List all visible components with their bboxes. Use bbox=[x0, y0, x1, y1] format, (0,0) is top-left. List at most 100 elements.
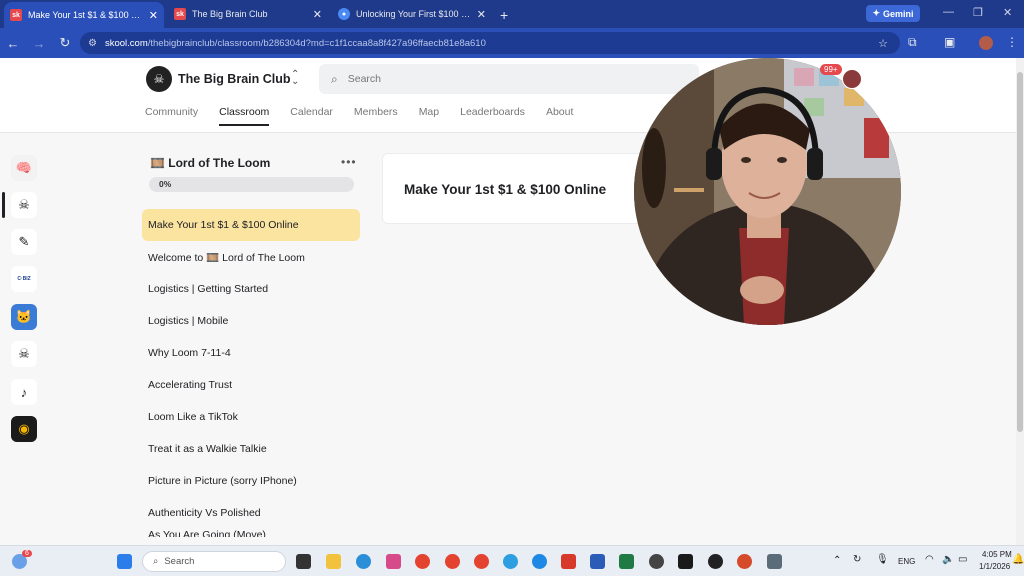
lesson-item[interactable]: Welcome to 🎞️ Lord of The Loom bbox=[142, 241, 360, 273]
chevron-up-icon[interactable]: ⌃ bbox=[833, 555, 841, 566]
group-rail: 🧠 ☠ ✎ C·BIZ 🐱 ☠ ♪ ◉ bbox=[0, 133, 48, 545]
search-icon: ⌕ bbox=[331, 71, 338, 86]
group-icon-skull-brain[interactable]: ☠ bbox=[11, 341, 37, 367]
battery-icon[interactable]: ▭ bbox=[958, 554, 967, 565]
group-icon-brain[interactable]: 🧠 bbox=[11, 155, 37, 181]
group-switcher-icon[interactable]: ⌃ ⌄ bbox=[291, 70, 299, 87]
group-icon-cat[interactable]: 🐱 bbox=[11, 304, 37, 330]
davinci-icon[interactable] bbox=[678, 554, 693, 569]
tab-leaderboards[interactable]: Leaderboards bbox=[460, 106, 525, 126]
lesson-item[interactable]: As You Are Going (Move) bbox=[142, 529, 360, 537]
group-icon-sushi[interactable]: ◉ bbox=[11, 416, 37, 442]
bookmark-star-icon[interactable]: ☆ bbox=[878, 37, 888, 50]
page-scrollbar[interactable] bbox=[1016, 58, 1024, 545]
search-placeholder: Search bbox=[347, 73, 382, 85]
tab-title: The Big Brain Club bbox=[192, 9, 268, 19]
lesson-title: Make Your 1st $1 & $100 Online bbox=[404, 182, 607, 197]
edge-icon[interactable] bbox=[356, 554, 371, 569]
browser-menu-icon[interactable]: ⋮ bbox=[1006, 35, 1018, 49]
new-tab-button[interactable]: + bbox=[492, 7, 516, 28]
browser-tab[interactable]: ● Unlocking Your First $100 Online ✕ bbox=[332, 2, 492, 26]
windows-start-icon[interactable] bbox=[117, 554, 132, 569]
widget-notification-badge: 6 bbox=[22, 550, 32, 557]
lesson-item[interactable]: Logistics | Getting Started bbox=[142, 273, 360, 305]
browser-tab[interactable]: sk The Big Brain Club ✕ bbox=[168, 2, 328, 26]
lesson-item[interactable]: Treat it as a Walkie Talkie bbox=[142, 433, 360, 465]
lesson-item[interactable]: Accelerating Trust bbox=[142, 369, 360, 401]
notification-bell-icon[interactable]: 🔔 bbox=[1012, 554, 1024, 565]
extensions-icon[interactable]: ⧉ bbox=[908, 35, 917, 50]
app-icon[interactable] bbox=[532, 554, 547, 569]
browser-toolbar: ← → ↻ ⚙ skool.com/thebigbrainclub/classr… bbox=[0, 28, 1024, 58]
taskbar-search-input[interactable]: ⌕ Search bbox=[142, 551, 286, 572]
profile-avatar[interactable] bbox=[979, 36, 993, 50]
tab-map[interactable]: Map bbox=[419, 106, 439, 126]
screen-capture-icon[interactable]: ▣ bbox=[944, 35, 955, 49]
group-icon-pirate[interactable]: ☠ bbox=[11, 192, 37, 218]
group-icon-community-business[interactable]: C·BIZ bbox=[11, 266, 37, 292]
search-input[interactable]: ⌕ Search bbox=[319, 64, 699, 94]
clock-time[interactable]: 4:05 PM bbox=[982, 550, 1012, 559]
lesson-item[interactable]: Picture in Picture (sorry IPhone) bbox=[142, 465, 360, 497]
close-tab-icon[interactable]: ✕ bbox=[313, 8, 322, 21]
wifi-icon[interactable]: ◠ bbox=[925, 554, 934, 565]
lesson-item[interactable]: Why Loom 7-11-4 bbox=[142, 337, 360, 369]
tab-about[interactable]: About bbox=[546, 106, 573, 126]
lesson-item[interactable]: Logistics | Mobile bbox=[142, 305, 360, 337]
clock-date[interactable]: 1/1/2026 bbox=[979, 562, 1010, 571]
file-explorer-icon[interactable] bbox=[326, 554, 341, 569]
course-options-icon[interactable]: ••• bbox=[341, 155, 357, 169]
pirate-skull-logo-icon: ☠ bbox=[146, 66, 172, 92]
group-icon-guitar[interactable]: ♪ bbox=[11, 379, 37, 405]
url-domain: skool.com bbox=[104, 37, 148, 49]
volume-icon[interactable]: 🔈 bbox=[942, 554, 954, 565]
app-icon[interactable] bbox=[737, 554, 752, 569]
group-icon-sketch[interactable]: ✎ bbox=[11, 229, 37, 255]
back-icon[interactable]: ← bbox=[0, 36, 26, 51]
app-icon[interactable] bbox=[649, 554, 664, 569]
forward-icon[interactable]: → bbox=[26, 36, 52, 51]
address-bar[interactable]: ⚙ skool.com/thebigbrainclub/classroom/b2… bbox=[80, 32, 900, 54]
sync-icon[interactable]: ↻ bbox=[853, 554, 861, 565]
close-tab-icon[interactable]: ✕ bbox=[477, 8, 486, 21]
close-window-icon[interactable]: ✕ bbox=[1003, 6, 1012, 19]
lesson-item[interactable]: Authenticity Vs Polished bbox=[142, 497, 360, 529]
tab-community[interactable]: Community bbox=[145, 106, 198, 126]
excel-icon[interactable] bbox=[619, 554, 634, 569]
language-indicator[interactable]: ENG bbox=[898, 557, 915, 566]
webcam-bubble[interactable] bbox=[634, 58, 901, 325]
group-brand[interactable]: ☠ The Big Brain Club bbox=[146, 66, 291, 92]
close-tab-icon[interactable]: ✕ bbox=[149, 9, 158, 22]
tab-calendar[interactable]: Calendar bbox=[290, 106, 333, 126]
notification-badge[interactable]: 99+ bbox=[820, 64, 842, 75]
copilot-icon[interactable] bbox=[386, 554, 401, 569]
scrollbar-thumb[interactable] bbox=[1017, 72, 1023, 432]
active-group-indicator bbox=[2, 192, 5, 218]
gemini-button[interactable]: ✦ Gemini bbox=[866, 5, 920, 22]
url-path: /thebigbrainclub/classroom/b286304d?md=c… bbox=[147, 37, 486, 49]
task-view-icon[interactable] bbox=[296, 554, 311, 569]
taskbar-search-placeholder: Search bbox=[164, 556, 195, 567]
tab-classroom[interactable]: Classroom bbox=[219, 106, 270, 126]
site-info-icon[interactable]: ⚙ bbox=[88, 38, 97, 49]
microphone-icon[interactable]: 🎙 bbox=[876, 554, 889, 565]
chrome-profile-icon[interactable] bbox=[503, 554, 518, 569]
calculator-icon[interactable] bbox=[767, 554, 782, 569]
tab-members[interactable]: Members bbox=[354, 106, 398, 126]
minimize-icon[interactable]: — bbox=[943, 6, 954, 18]
user-avatar[interactable] bbox=[842, 69, 862, 89]
browser-tab-active[interactable]: sk Make Your 1st $1 & $100 Online ✕ bbox=[4, 2, 164, 28]
windows-taskbar: 6 ⌕ Search ⌃ ↻ 🎙 ENG ◠ 🔈 ▭ 4:05 PM 1/1/2… bbox=[0, 545, 1024, 576]
obs-icon[interactable] bbox=[708, 554, 723, 569]
lesson-item[interactable]: Make Your 1st $1 & $100 Online bbox=[142, 209, 360, 241]
app-icon[interactable] bbox=[561, 554, 576, 569]
word-icon[interactable] bbox=[590, 554, 605, 569]
group-name: The Big Brain Club bbox=[178, 72, 291, 86]
chrome-profile-icon[interactable] bbox=[445, 554, 460, 569]
chrome-icon[interactable] bbox=[415, 554, 430, 569]
lesson-item[interactable]: Loom Like a TikTok bbox=[142, 401, 360, 433]
chrome-profile-icon[interactable] bbox=[474, 554, 489, 569]
reload-icon[interactable]: ↻ bbox=[52, 35, 78, 51]
course-progress-label: 0% bbox=[159, 179, 172, 189]
restore-icon[interactable]: ❐ bbox=[973, 6, 983, 19]
